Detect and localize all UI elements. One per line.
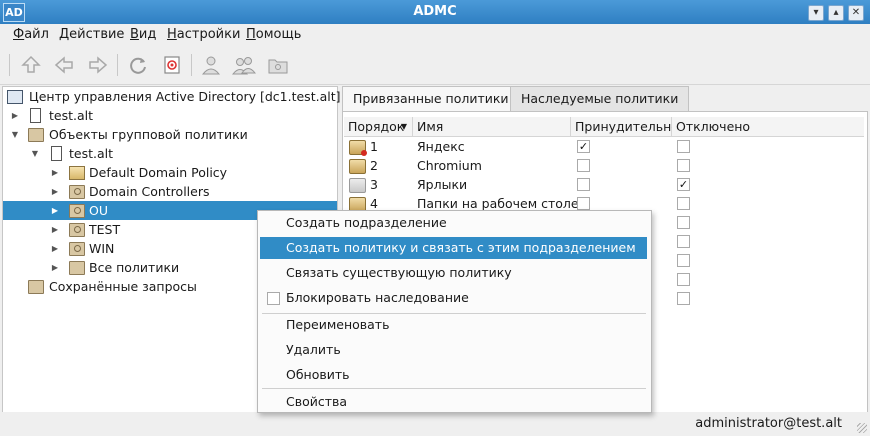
- folder-icon: [28, 128, 44, 142]
- disabled-checkbox[interactable]: [677, 292, 690, 305]
- domain-icon: [51, 146, 62, 161]
- resize-grip-icon[interactable]: [857, 423, 867, 433]
- status-bar: administrator@test.alt: [0, 412, 870, 436]
- context-menu: Создать подразделение Создать политику и…: [257, 210, 652, 413]
- menu-item-refresh[interactable]: Обновить: [260, 364, 647, 386]
- window-title: ADMC: [413, 4, 457, 19]
- domain-icon: [30, 108, 41, 123]
- tree-item-gpo-domain[interactable]: ▼ test.alt: [3, 144, 337, 163]
- menu-separator: [262, 388, 646, 389]
- disabled-checkbox[interactable]: [677, 159, 690, 172]
- cell-name: Яндекс: [417, 139, 465, 154]
- column-header-order[interactable]: Порядок ▼: [344, 117, 413, 136]
- expand-arrow-icon[interactable]: ▶: [50, 220, 60, 239]
- expand-arrow-icon[interactable]: ▶: [50, 182, 60, 201]
- title-bar[interactable]: AD ADMC ▾ ▴ ✕: [0, 0, 870, 24]
- collapse-arrow-icon[interactable]: ▼: [10, 125, 20, 144]
- tab-bar: Привязанные политики Наследуемые политик…: [342, 86, 868, 112]
- menu-item-block-inheritance[interactable]: Блокировать наследование: [260, 287, 647, 309]
- cell-name: Chromium: [417, 158, 482, 173]
- ou-icon: [69, 204, 85, 218]
- group-icon[interactable]: [231, 52, 257, 78]
- menu-help[interactable]: Помощь: [246, 27, 301, 42]
- column-header-enforced[interactable]: Принудительно: [571, 117, 679, 136]
- disabled-checkbox[interactable]: [677, 197, 690, 210]
- toolbar-separator: [191, 54, 192, 76]
- up-icon[interactable]: [18, 52, 44, 78]
- tree-item-domain-controllers[interactable]: ▶ Domain Controllers: [3, 182, 337, 201]
- menu-view[interactable]: Вид: [130, 27, 156, 42]
- tree-item-root[interactable]: Центр управления Active Directory [dc1.t…: [3, 87, 340, 106]
- maximize-button[interactable]: ▴: [828, 5, 844, 21]
- menu-item-delete[interactable]: Удалить: [260, 339, 647, 361]
- folder-icon[interactable]: [265, 52, 291, 78]
- gpo-icon: [69, 166, 85, 180]
- menu-item-create-ou[interactable]: Создать подразделение: [260, 212, 647, 234]
- expand-arrow-icon[interactable]: ▶: [50, 163, 60, 182]
- column-header-name[interactable]: Имя: [413, 117, 571, 136]
- enforced-checkbox[interactable]: ✓: [577, 140, 590, 153]
- expand-arrow-icon[interactable]: ▶: [10, 106, 20, 125]
- cell-order: 1: [370, 139, 378, 154]
- menu-item-link-existing-policy[interactable]: Связать существующую политику: [260, 262, 647, 284]
- properties-icon[interactable]: [159, 52, 185, 78]
- gpo-icon: [349, 159, 366, 174]
- sort-desc-icon: ▼: [400, 122, 407, 131]
- menu-action[interactable]: Действие: [59, 27, 124, 42]
- disabled-checkbox[interactable]: [677, 273, 690, 286]
- folder-icon: [69, 261, 85, 275]
- menu-item-create-and-link-policy[interactable]: Создать политику и связать с этим подраз…: [260, 237, 647, 259]
- close-button[interactable]: ✕: [848, 5, 864, 21]
- back-icon[interactable]: [51, 52, 77, 78]
- menu-item-rename[interactable]: Переименовать: [260, 314, 647, 336]
- disabled-checkbox[interactable]: [677, 254, 690, 267]
- expand-arrow-icon[interactable]: ▶: [50, 258, 60, 277]
- tab-linked-policies[interactable]: Привязанные политики: [342, 86, 520, 112]
- collapse-arrow-icon[interactable]: ▼: [30, 144, 40, 163]
- disabled-checkbox[interactable]: [677, 235, 690, 248]
- disabled-checkbox[interactable]: [677, 216, 690, 229]
- block-inheritance-checkbox[interactable]: [267, 292, 280, 305]
- menu-bar: Файл Действие Вид Настройки Помощь: [0, 24, 870, 46]
- user-icon[interactable]: [198, 52, 224, 78]
- gpo-icon: [349, 178, 366, 193]
- table-row[interactable]: 3 Ярлыки ✓: [344, 175, 864, 194]
- disabled-checkbox[interactable]: [677, 140, 690, 153]
- toolbar-grip: [9, 54, 10, 76]
- ou-icon: [69, 223, 85, 237]
- menu-item-properties[interactable]: Свойства: [260, 391, 647, 413]
- gpo-icon: [349, 140, 367, 156]
- refresh-icon[interactable]: [125, 52, 151, 78]
- menu-settings[interactable]: Настройки: [167, 27, 240, 42]
- tree-item-default-domain-policy[interactable]: ▶ Default Domain Policy: [3, 163, 337, 182]
- cell-order: 2: [370, 158, 378, 173]
- tree-item-domain[interactable]: ▶ test.alt: [3, 106, 337, 125]
- expand-arrow-icon[interactable]: ▶: [50, 201, 60, 220]
- status-user: administrator@test.alt: [695, 416, 842, 431]
- enforced-checkbox[interactable]: [577, 197, 590, 210]
- expand-arrow-icon[interactable]: ▶: [50, 239, 60, 258]
- console-root-icon: [7, 90, 23, 104]
- enforced-checkbox[interactable]: [577, 178, 590, 191]
- enforced-checkbox[interactable]: [577, 159, 590, 172]
- folder-icon: [28, 280, 44, 294]
- tree-item-gpo-container[interactable]: ▼ Объекты групповой политики: [3, 125, 337, 144]
- cell-order: 3: [370, 177, 378, 192]
- tab-inherited-policies[interactable]: Наследуемые политики: [510, 86, 690, 111]
- table-row[interactable]: 2 Chromium: [344, 156, 864, 175]
- forward-icon[interactable]: [85, 52, 111, 78]
- table-row[interactable]: 1 Яндекс ✓: [344, 137, 864, 156]
- menu-file[interactable]: Файл: [13, 27, 49, 42]
- ou-icon: [69, 185, 85, 199]
- disabled-checkbox[interactable]: ✓: [677, 178, 690, 191]
- cell-name: Ярлыки: [417, 177, 468, 192]
- ou-icon: [69, 242, 85, 256]
- minimize-button[interactable]: ▾: [808, 5, 824, 21]
- column-header-disabled[interactable]: Отключено: [672, 117, 864, 136]
- toolbar-separator: [117, 54, 118, 76]
